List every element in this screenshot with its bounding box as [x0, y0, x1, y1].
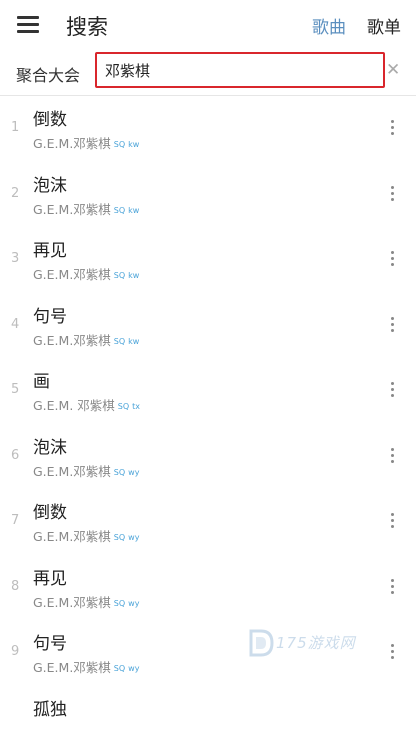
artist-name: G.E.M.邓紫棋: [33, 660, 111, 675]
song-title: 倒数: [33, 105, 67, 130]
result-row[interactable]: 孤独: [0, 686, 416, 751]
result-row[interactable]: 5 画 G.E.M. 邓紫棋SQtx: [0, 358, 416, 424]
hamburger-menu-icon[interactable]: [17, 16, 39, 32]
song-meta: G.E.M.邓紫棋SQwy: [33, 592, 139, 611]
result-index: 2: [11, 186, 19, 201]
result-index: 4: [11, 317, 19, 332]
page-title: 搜索: [66, 11, 108, 41]
quality-badge: SQ: [114, 271, 125, 280]
search-source-label[interactable]: 聚合大会: [16, 62, 80, 86]
more-vertical-icon[interactable]: [391, 251, 395, 267]
clear-search-icon[interactable]: ✕: [386, 60, 400, 80]
song-meta: G.E.M.邓紫棋SQwy: [33, 526, 139, 545]
source-badge: tx: [132, 402, 140, 411]
tab-songs[interactable]: 歌曲: [312, 13, 346, 38]
more-vertical-icon[interactable]: [391, 186, 395, 202]
artist-name: G.E.M.邓紫棋: [33, 464, 111, 479]
song-title: 孤独: [33, 695, 67, 720]
quality-badge: SQ: [114, 140, 125, 149]
song-meta: G.E.M.邓紫棋SQkw: [33, 133, 139, 152]
result-row[interactable]: 2 泡沫 G.E.M.邓紫棋SQkw: [0, 162, 416, 228]
artist-name: G.E.M.邓紫棋: [33, 202, 111, 217]
song-title: 再见: [33, 236, 67, 261]
source-badge: wy: [128, 664, 139, 673]
song-title: 句号: [33, 302, 67, 327]
source-badge: kw: [128, 271, 139, 280]
artist-name: G.E.M. 邓紫棋: [33, 398, 115, 413]
result-row[interactable]: 1 倒数 G.E.M.邓紫棋SQkw: [0, 96, 416, 162]
result-index: 1: [11, 120, 19, 135]
result-row[interactable]: 3 再见 G.E.M.邓紫棋SQkw: [0, 227, 416, 293]
more-vertical-icon[interactable]: [391, 644, 395, 660]
result-index: 5: [11, 382, 19, 397]
more-vertical-icon[interactable]: [391, 120, 395, 136]
more-vertical-icon[interactable]: [391, 579, 395, 595]
song-meta: G.E.M.邓紫棋SQkw: [33, 330, 139, 349]
site-watermark: 175游戏网: [247, 626, 377, 660]
song-title: 泡沫: [33, 433, 67, 458]
quality-badge: SQ: [114, 533, 125, 542]
song-meta: G.E.M.邓紫棋SQkw: [33, 199, 139, 218]
more-vertical-icon[interactable]: [391, 382, 395, 398]
artist-name: G.E.M.邓紫棋: [33, 136, 111, 151]
artist-name: G.E.M.邓紫棋: [33, 529, 111, 544]
tab-playlists[interactable]: 歌单: [367, 13, 401, 38]
result-row[interactable]: 7 倒数 G.E.M.邓紫棋SQwy: [0, 489, 416, 555]
source-badge: wy: [128, 599, 139, 608]
more-vertical-icon[interactable]: [391, 317, 395, 333]
source-badge: kw: [128, 140, 139, 149]
source-badge: wy: [128, 468, 139, 477]
result-row[interactable]: 8 再见 G.E.M.邓紫棋SQwy: [0, 555, 416, 621]
source-badge: kw: [128, 206, 139, 215]
quality-badge: SQ: [114, 206, 125, 215]
song-title: 画: [33, 367, 50, 392]
watermark-text: 175游戏网: [276, 632, 356, 653]
quality-badge: SQ: [118, 402, 129, 411]
result-index: 9: [11, 644, 19, 659]
song-title: 倒数: [33, 498, 67, 523]
result-index: 8: [11, 579, 19, 594]
more-vertical-icon[interactable]: [391, 513, 395, 529]
top-app-bar: 搜索 歌曲 歌单: [0, 0, 416, 48]
quality-badge: SQ: [114, 468, 125, 477]
song-title: 泡沫: [33, 171, 67, 196]
result-index: 3: [11, 251, 19, 266]
song-meta: G.E.M.邓紫棋SQwy: [33, 657, 139, 676]
result-index: 7: [11, 513, 19, 528]
search-input[interactable]: [95, 52, 385, 88]
result-row[interactable]: 4 句号 G.E.M.邓紫棋SQkw: [0, 293, 416, 359]
watermark-logo-icon: [247, 628, 275, 658]
source-badge: kw: [128, 337, 139, 346]
result-row[interactable]: 6 泡沫 G.E.M.邓紫棋SQwy: [0, 424, 416, 490]
more-vertical-icon[interactable]: [391, 448, 395, 464]
quality-badge: SQ: [114, 599, 125, 608]
result-index: 6: [11, 448, 19, 463]
quality-badge: SQ: [114, 337, 125, 346]
quality-badge: SQ: [114, 664, 125, 673]
artist-name: G.E.M.邓紫棋: [33, 267, 111, 282]
song-meta: G.E.M.邓紫棋SQkw: [33, 264, 139, 283]
source-badge: wy: [128, 533, 139, 542]
song-meta: G.E.M. 邓紫棋SQtx: [33, 395, 140, 414]
artist-name: G.E.M.邓紫棋: [33, 333, 111, 348]
song-title: 句号: [33, 629, 67, 654]
song-title: 再见: [33, 564, 67, 589]
search-row: 聚合大会 ✕: [0, 52, 416, 92]
song-meta: G.E.M.邓紫棋SQwy: [33, 461, 139, 480]
artist-name: G.E.M.邓紫棋: [33, 595, 111, 610]
